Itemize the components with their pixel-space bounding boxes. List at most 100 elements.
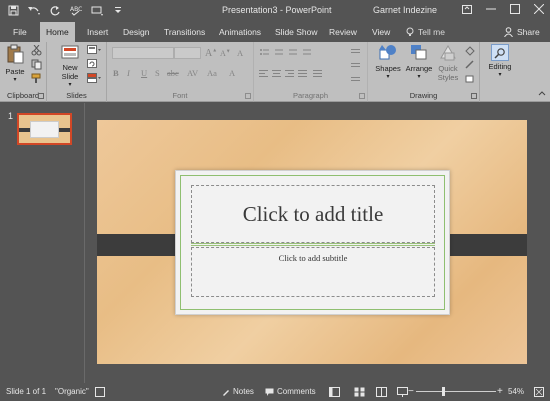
minimize-icon[interactable] [486, 4, 496, 14]
editing-button[interactable]: Editing ▾ [484, 44, 516, 78]
new-slide-icon [61, 45, 79, 59]
ribbon-home: Paste ▾ Clipboard New Slide ▾ Slides A▲ … [0, 42, 550, 102]
tab-animations[interactable]: Animations [213, 22, 267, 42]
zoom-level[interactable]: 54% [508, 383, 524, 401]
title-bar: ABC Presentation3 - PowerPoint Garnet In… [0, 0, 550, 22]
fit-to-window-icon[interactable] [534, 387, 544, 397]
tell-me-label: Tell me [418, 27, 445, 37]
drawing-group-label: Drawing [409, 91, 438, 100]
italic-button[interactable]: I [127, 68, 130, 78]
decrease-font-icon[interactable]: A▼ [220, 49, 231, 58]
comments-label: Comments [277, 387, 316, 396]
change-case-icon[interactable]: Aa [207, 68, 217, 78]
new-slide-label-line2: Slide [61, 72, 79, 81]
underline-button[interactable]: U [141, 68, 147, 78]
comment-icon [265, 388, 274, 396]
quick-styles-button[interactable]: Quick Styles [434, 44, 462, 82]
tab-file[interactable]: File [7, 22, 33, 42]
shadow-button[interactable]: S [155, 68, 160, 78]
bullets-icon[interactable] [259, 48, 319, 58]
zoom-slider-thumb[interactable] [442, 387, 445, 396]
slide-thumbnail[interactable] [17, 113, 72, 145]
collapse-ribbon-icon[interactable] [538, 90, 546, 96]
tab-insert[interactable]: Insert [81, 22, 114, 42]
user-name[interactable]: Garnet Indezine [373, 5, 437, 15]
zoom-slider[interactable] [416, 391, 496, 392]
comments-button[interactable]: Comments [265, 383, 316, 401]
bold-button[interactable]: B [113, 68, 119, 78]
slide-sorter-icon[interactable] [354, 387, 365, 397]
layout-icon[interactable] [87, 45, 101, 55]
paragraph-group-label: Paragraph [292, 91, 329, 100]
shape-fill-icon[interactable] [464, 46, 476, 56]
slide-canvas[interactable]: Click to add title Click to add subtitle [97, 120, 527, 364]
save-icon[interactable] [6, 3, 20, 17]
text-direction-icon[interactable] [350, 48, 362, 84]
drawing-launcher[interactable] [471, 93, 477, 99]
close-icon[interactable] [534, 4, 544, 14]
tab-home[interactable]: Home [40, 22, 75, 42]
maximize-icon[interactable] [510, 4, 520, 14]
font-group: A▲ A▼ A B I U S abc AV Aa A Font [107, 42, 254, 102]
tab-transitions[interactable]: Transitions [158, 22, 211, 42]
undo-icon[interactable] [27, 3, 41, 17]
slide-show-icon[interactable] [397, 387, 408, 397]
subtitle-placeholder[interactable]: Click to add subtitle [191, 247, 435, 297]
shape-outline-icon[interactable] [464, 60, 476, 70]
status-bar: Slide 1 of 1 "Organic" Notes Comments − … [0, 383, 550, 401]
window-controls [462, 4, 544, 14]
shapes-button[interactable]: Shapes ▾ [374, 44, 402, 80]
reset-icon[interactable] [87, 59, 97, 69]
zoom-out-button[interactable]: − [408, 383, 414, 401]
share-label: Share [517, 27, 540, 37]
tell-me-box[interactable]: Tell me [406, 22, 445, 42]
cut-icon[interactable] [31, 45, 42, 56]
new-slide-button[interactable]: New Slide ▾ [57, 44, 83, 88]
character-spacing-icon[interactable]: AV [187, 68, 198, 78]
normal-view-icon[interactable] [329, 387, 340, 397]
clipboard-group: Paste ▾ Clipboard [0, 42, 47, 102]
ribbon-tabs: File Home Insert Design Transitions Anim… [0, 22, 550, 42]
font-color-icon[interactable]: A [229, 68, 235, 78]
quick-styles-label-line2: Styles [437, 73, 459, 82]
format-painter-icon[interactable] [31, 73, 42, 84]
tab-view[interactable]: View [366, 22, 396, 42]
copy-icon[interactable] [31, 59, 42, 70]
title-placeholder[interactable]: Click to add title [191, 185, 435, 243]
tab-review[interactable]: Review [323, 22, 363, 42]
share-button[interactable]: Share [504, 22, 540, 42]
notes-button[interactable]: Notes [222, 383, 254, 401]
paste-button[interactable]: Paste ▾ [3, 44, 27, 83]
clear-format-icon[interactable]: A [237, 48, 243, 58]
font-launcher[interactable] [245, 93, 251, 99]
tab-slide-show[interactable]: Slide Show [269, 22, 324, 42]
paragraph-launcher[interactable] [359, 93, 365, 99]
arrange-button[interactable]: Arrange ▾ [404, 44, 434, 80]
drawing-group: Shapes ▾ Arrange ▾ Quick Styles Drawing [368, 42, 480, 102]
ribbon-display-icon[interactable] [462, 4, 472, 14]
find-icon [494, 47, 505, 59]
customize-icon[interactable] [111, 3, 125, 17]
section-icon[interactable] [87, 73, 101, 83]
divider-line [191, 243, 435, 244]
strikethrough-button[interactable]: abc [167, 68, 179, 78]
start-from-beginning-icon[interactable] [90, 3, 104, 17]
editing-label: Editing [488, 62, 512, 71]
font-size-box[interactable] [174, 47, 201, 59]
align-icon[interactable] [259, 69, 339, 79]
reading-view-icon[interactable] [376, 387, 387, 397]
spelling-icon[interactable]: ABC [69, 3, 83, 17]
increase-font-icon[interactable]: A▲ [205, 48, 217, 59]
redo-icon[interactable] [48, 3, 62, 17]
theme-name: "Organic" [55, 387, 89, 396]
zoom-in-button[interactable]: + [497, 383, 503, 401]
notes-label: Notes [233, 387, 254, 396]
slide-editor-area: Click to add title Click to add subtitle [86, 103, 550, 383]
shape-effects-icon[interactable] [464, 74, 476, 84]
new-slide-label-line1: New [62, 63, 78, 72]
slides-group: New Slide ▾ Slides [47, 42, 107, 102]
spell-check-icon[interactable] [95, 387, 105, 397]
font-name-box[interactable] [112, 47, 174, 59]
clipboard-launcher[interactable] [38, 93, 44, 99]
tab-design[interactable]: Design [117, 22, 155, 42]
